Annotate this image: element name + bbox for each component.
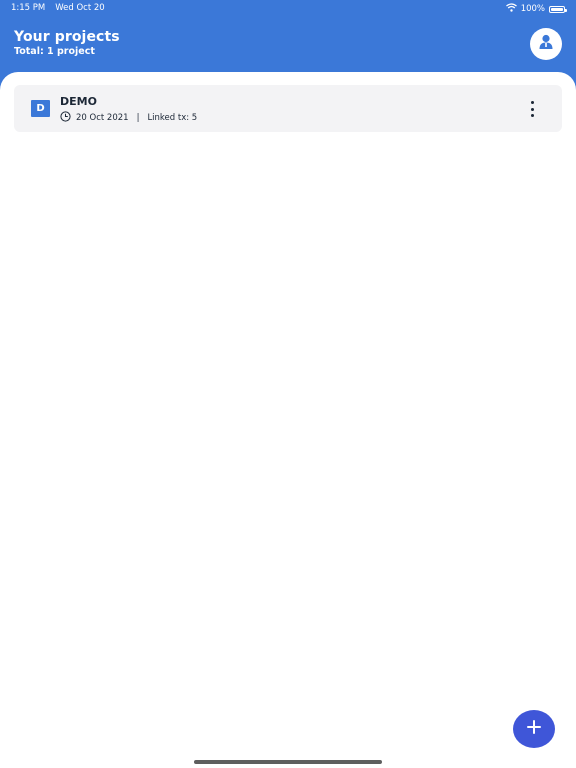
project-date: 20 Oct 2021 [76,113,129,123]
battery-percentage: 100% [520,4,545,14]
clock-icon [60,111,71,125]
project-card[interactable]: D DEMO 20 Oct 2021 | Linked tx: 5 [14,85,562,132]
battery-icon [549,5,567,13]
meta-separator: | [136,113,140,123]
status-date: Wed Oct 20 [55,3,105,13]
wifi-icon [505,3,517,15]
user-profile-icon [537,33,555,55]
status-left: 1:15 PM Wed Oct 20 [11,3,105,13]
project-linked-tx: Linked tx: 5 [147,113,198,123]
page-title: Your projects [14,29,120,45]
header: Your projects Total: 1 project [14,29,120,57]
status-bar: 1:15 PM Wed Oct 20 100% [0,0,576,16]
more-vertical-icon[interactable] [528,101,536,117]
project-meta: 20 Oct 2021 | Linked tx: 5 [60,111,197,125]
home-indicator [194,760,382,764]
project-count: Total: 1 project [14,46,95,57]
plus-icon [526,719,542,739]
status-right: 100% [505,3,567,15]
add-project-button[interactable] [513,710,555,748]
project-avatar: D [31,100,50,117]
profile-button[interactable] [530,28,562,60]
status-time: 1:15 PM [11,3,46,13]
content-sheet: D DEMO 20 Oct 2021 | Linked tx: 5 [0,72,576,768]
project-name: DEMO [60,95,97,108]
